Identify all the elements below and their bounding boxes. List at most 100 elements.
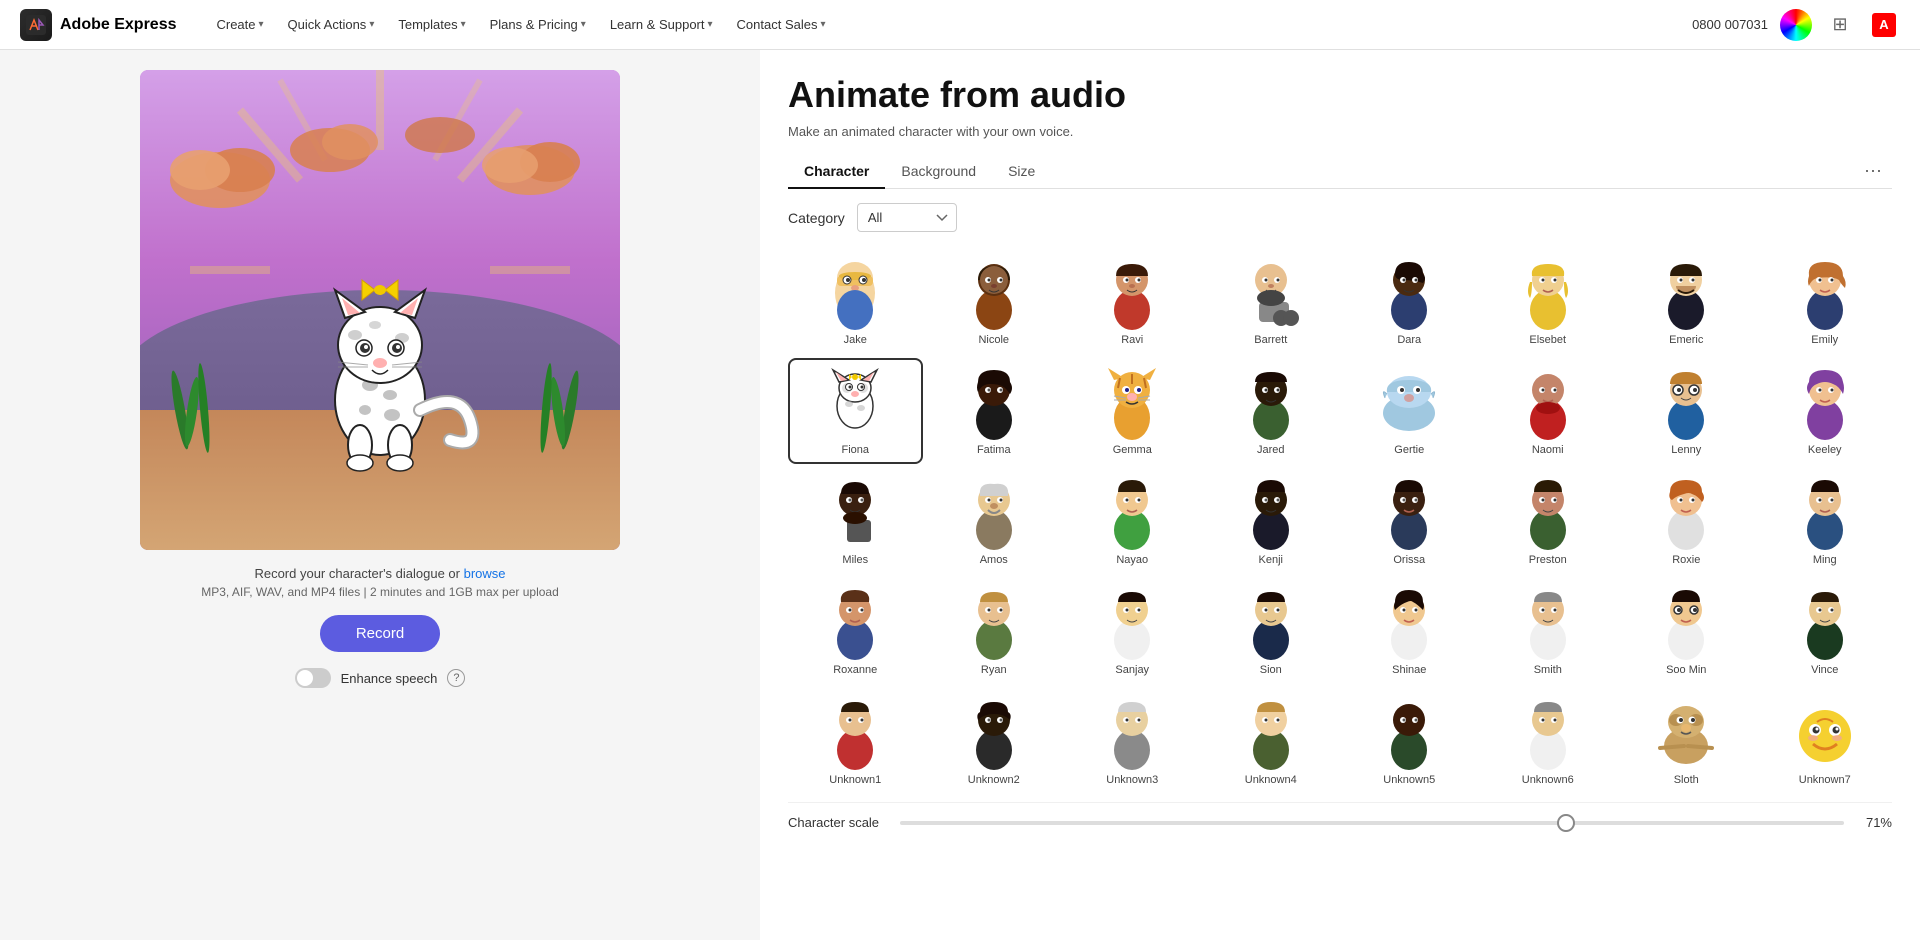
char-card-smith[interactable]: Smith	[1481, 578, 1616, 684]
help-icon[interactable]: ?	[447, 669, 465, 687]
char-card-gemma[interactable]: Gemma	[1065, 358, 1200, 464]
char-avatar-lenny	[1650, 368, 1722, 440]
char-card-barrett[interactable]: Barrett	[1204, 248, 1339, 354]
char-card-ryan[interactable]: Ryan	[927, 578, 1062, 684]
nav-plans-pricing[interactable]: Plans & Pricing ▾	[480, 11, 596, 38]
apps-button[interactable]: ⊞	[1824, 9, 1856, 41]
char-card-unknown1[interactable]: Unknown1	[788, 688, 923, 794]
char-card-ming[interactable]: Ming	[1758, 468, 1893, 574]
char-card-lenny[interactable]: Lenny	[1619, 358, 1754, 464]
char-card-miles[interactable]: Miles	[788, 468, 923, 574]
char-avatar-amos	[958, 478, 1030, 550]
char-name-fiona: Fiona	[841, 444, 869, 456]
scale-slider[interactable]	[900, 821, 1844, 825]
character-grid: Jake Nicole Ravi Barrett	[788, 248, 1892, 794]
nav-create[interactable]: Create ▾	[206, 11, 273, 38]
char-name-elsebet: Elsebet	[1529, 334, 1566, 346]
tab-background[interactable]: Background	[885, 155, 992, 189]
left-panel: Record your character's dialogue or brow…	[0, 50, 760, 940]
char-avatar-keeley	[1789, 368, 1861, 440]
char-name-unknown7: Unknown7	[1799, 774, 1851, 786]
char-card-amos[interactable]: Amos	[927, 468, 1062, 574]
char-avatar-unknown1	[819, 698, 891, 770]
record-button[interactable]: Record	[320, 615, 440, 652]
char-card-nicole[interactable]: Nicole	[927, 248, 1062, 354]
nav-learn-support[interactable]: Learn & Support ▾	[600, 11, 723, 38]
user-avatar	[1780, 9, 1812, 41]
char-card-jared[interactable]: Jared	[1204, 358, 1339, 464]
char-card-sion[interactable]: Sion	[1204, 578, 1339, 684]
char-card-emeric[interactable]: Emeric	[1619, 248, 1754, 354]
char-card-orissa[interactable]: Orissa	[1342, 468, 1477, 574]
char-avatar-sloth	[1650, 698, 1722, 770]
char-card-gertie[interactable]: Gertie	[1342, 358, 1477, 464]
char-name-unknown2: Unknown2	[968, 774, 1020, 786]
contact-chevron-icon: ▾	[820, 19, 825, 30]
logo[interactable]: Adobe Express	[20, 9, 176, 41]
char-card-roxie[interactable]: Roxie	[1619, 468, 1754, 574]
char-card-elsebet[interactable]: Elsebet	[1481, 248, 1616, 354]
char-card-unknown6[interactable]: Unknown6	[1481, 688, 1616, 794]
char-name-nicole: Nicole	[978, 334, 1009, 346]
char-card-unknown3[interactable]: Unknown3	[1065, 688, 1200, 794]
char-card-preston[interactable]: Preston	[1481, 468, 1616, 574]
avatar-button[interactable]	[1780, 9, 1812, 41]
tab-more-button[interactable]: ⋯	[1854, 155, 1892, 188]
upload-subtext: MP3, AIF, WAV, and MP4 files | 2 minutes…	[201, 585, 559, 599]
char-avatar-naomi	[1512, 368, 1584, 440]
char-card-unknown4[interactable]: Unknown4	[1204, 688, 1339, 794]
char-card-shinae[interactable]: Shinae	[1342, 578, 1477, 684]
char-name-amos: Amos	[980, 554, 1008, 566]
scale-label: Character scale	[788, 815, 888, 830]
char-name-soomin: Soo Min	[1666, 664, 1706, 676]
char-card-fiona[interactable]: Fiona	[788, 358, 923, 464]
char-avatar-sion	[1235, 588, 1307, 660]
char-avatar-ravi	[1096, 258, 1168, 330]
char-name-preston: Preston	[1529, 554, 1567, 566]
char-card-nayao[interactable]: Nayao	[1065, 468, 1200, 574]
char-name-naomi: Naomi	[1532, 444, 1564, 456]
char-avatar-emeric	[1650, 258, 1722, 330]
char-card-ravi[interactable]: Ravi	[1065, 248, 1200, 354]
right-panel: Animate from audio Make an animated char…	[760, 50, 1920, 940]
grid-icon: ⊞	[1832, 14, 1847, 35]
char-name-roxanne: Roxanne	[833, 664, 877, 676]
char-card-emily[interactable]: Emily	[1758, 248, 1893, 354]
char-card-naomi[interactable]: Naomi	[1481, 358, 1616, 464]
char-card-vince[interactable]: Vince	[1758, 578, 1893, 684]
char-avatar-nicole	[958, 258, 1030, 330]
char-avatar-nayao	[1096, 478, 1168, 550]
char-avatar-orissa	[1373, 478, 1445, 550]
nav-quick-actions[interactable]: Quick Actions ▾	[278, 11, 385, 38]
char-card-sanjay[interactable]: Sanjay	[1065, 578, 1200, 684]
browse-link[interactable]: browse	[464, 566, 506, 581]
enhance-toggle[interactable]	[295, 668, 331, 688]
char-card-unknown7[interactable]: Unknown7	[1758, 688, 1893, 794]
nav-templates[interactable]: Templates ▾	[388, 11, 475, 38]
char-card-keeley[interactable]: Keeley	[1758, 358, 1893, 464]
char-card-roxanne[interactable]: Roxanne	[788, 578, 923, 684]
tabs-row: Character Background Size ⋯	[788, 155, 1892, 189]
char-card-sloth[interactable]: Sloth	[1619, 688, 1754, 794]
create-chevron-icon: ▾	[259, 19, 264, 30]
category-select[interactable]: All Human Animal Fantasy	[857, 203, 957, 232]
char-avatar-fatima	[958, 368, 1030, 440]
char-name-emily: Emily	[1811, 334, 1838, 346]
learn-chevron-icon: ▾	[708, 19, 713, 30]
tab-size[interactable]: Size	[992, 155, 1051, 189]
nav-contact-sales[interactable]: Contact Sales ▾	[727, 11, 836, 38]
char-card-dara[interactable]: Dara	[1342, 248, 1477, 354]
char-card-unknown2[interactable]: Unknown2	[927, 688, 1062, 794]
nav-right: 0800 007031 ⊞ A	[1692, 9, 1900, 41]
char-name-jake: Jake	[844, 334, 867, 346]
adobe-button[interactable]: A	[1868, 9, 1900, 41]
char-card-jake[interactable]: Jake	[788, 248, 923, 354]
char-name-unknown3: Unknown3	[1106, 774, 1158, 786]
char-avatar-barrett	[1235, 258, 1307, 330]
char-card-unknown5[interactable]: Unknown5	[1342, 688, 1477, 794]
char-card-fatima[interactable]: Fatima	[927, 358, 1062, 464]
char-card-kenji[interactable]: Kenji	[1204, 468, 1339, 574]
char-name-smith: Smith	[1534, 664, 1562, 676]
tab-character[interactable]: Character	[788, 155, 885, 189]
char-card-soomin[interactable]: Soo Min	[1619, 578, 1754, 684]
